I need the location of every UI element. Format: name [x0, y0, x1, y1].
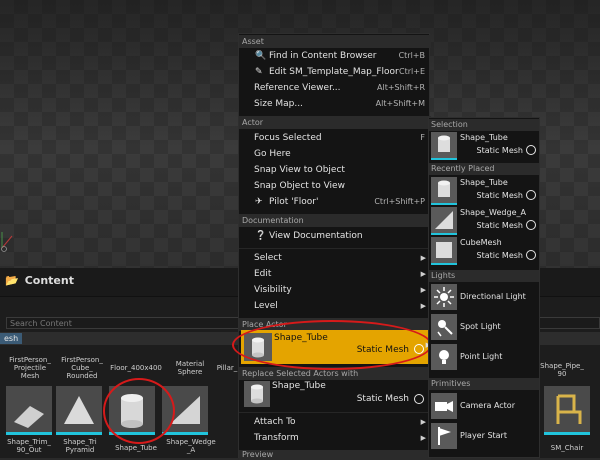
context-menu: Asset 🔍 Find in Content Browser Ctrl+B ✎… — [238, 33, 431, 460]
content-browser-right: Shape_Pipe_ 90 SM_Chair — [540, 268, 600, 458]
cube-thumbnail — [431, 237, 457, 265]
menu-item-snap-view-to-object[interactable]: Snap View to Object — [239, 162, 429, 178]
submenu-section-lights: Lights — [429, 270, 539, 282]
menu-divider — [239, 412, 429, 413]
help-icon: ❔ — [255, 231, 267, 241]
pilot-icon: ✈ — [255, 197, 263, 207]
submenu-item-selection-shape-tube[interactable]: Shape_Tube Static Mesh — [431, 132, 539, 160]
shape-tube-thumbnail — [244, 333, 272, 361]
wedge-thumbnail — [431, 207, 457, 235]
asset-label[interactable]: FirstPerson_ Projectile Mesh — [8, 356, 52, 380]
place-actor-shape-tube[interactable]: Shape_Tube Static Mesh ▶ — [241, 330, 431, 364]
replace-with-shape-tube[interactable]: Shape_Tube Static Mesh — [241, 380, 429, 410]
radio-icon — [414, 344, 424, 354]
menu-section-documentation: Documentation — [239, 214, 431, 227]
submenu-arrow-icon: ▶ — [420, 270, 426, 278]
submenu-item-recent-cubemesh[interactable]: CubeMesh Static Mesh — [431, 237, 539, 265]
pyramid-shape-icon — [64, 396, 94, 424]
menu-item-edit[interactable]: Edit ▶ — [239, 266, 429, 282]
flag-icon — [431, 423, 457, 449]
submenu-arrow-icon: ▶ — [420, 302, 426, 310]
bulb-icon — [431, 344, 457, 370]
asset-tile-label: Shape_Tri Pyramid — [63, 438, 97, 454]
folder-icon: 📂 — [5, 274, 19, 287]
magnifier-icon: 🔍 — [255, 51, 267, 61]
radio-icon — [526, 220, 536, 230]
asset-tile[interactable] — [6, 386, 52, 435]
radio-icon — [526, 250, 536, 260]
submenu-arrow-icon: ▶ — [420, 434, 426, 442]
menu-divider — [239, 248, 429, 249]
asset-tile-label: Shape_Trim_ 90_Out — [7, 438, 51, 454]
asset-tile-sm-chair[interactable] — [544, 386, 590, 435]
edit-icon: ✎ — [255, 67, 263, 77]
submenu-arrow-icon: ▶ — [420, 418, 426, 426]
asset-label[interactable]: Pillar_ — [214, 364, 240, 372]
menu-section-actor: Actor — [239, 116, 431, 129]
menu-section-preview: Preview — [239, 450, 431, 460]
sun-icon — [431, 284, 457, 310]
radio-icon — [414, 394, 424, 404]
submenu-item-spot-light[interactable]: Spot Light — [431, 314, 539, 342]
asset-tile-label: Shape_Wedge _A — [166, 438, 216, 454]
shape-tube-thumbnail — [244, 381, 270, 407]
submenu-item-directional-light[interactable]: Directional Light — [431, 284, 539, 312]
submenu-section-recent: Recently Placed — [429, 163, 539, 175]
tube-shape-icon — [121, 394, 143, 428]
menu-item-level[interactable]: Level ▶ — [239, 298, 429, 314]
asset-tile-label: SM_Chair — [550, 444, 584, 452]
submenu-section-selection: Selection — [429, 119, 539, 131]
submenu-item-camera-actor[interactable]: Camera Actor — [431, 393, 539, 421]
axis-gizmo-icon — [1, 232, 13, 252]
wedge-shape-icon — [170, 396, 200, 424]
radio-icon — [526, 145, 536, 155]
submenu-item-recent-shape-tube[interactable]: Shape_Tube Static Mesh — [431, 177, 539, 205]
menu-item-reference-viewer[interactable]: Reference Viewer... Alt+Shift+R — [239, 80, 429, 96]
submenu-item-player-start[interactable]: Player Start — [431, 423, 539, 451]
menu-item-pilot[interactable]: ✈ Pilot 'Floor' Ctrl+Shift+P — [239, 194, 429, 210]
asset-tile-label: Shape_Tube — [115, 444, 157, 452]
spotlight-icon — [431, 314, 457, 340]
asset-tile-shape-tube[interactable] — [109, 386, 155, 435]
menu-item-select[interactable]: Select ▶ — [239, 250, 429, 266]
menu-section-replace: Replace Selected Actors with — [239, 367, 431, 380]
shape-tube-thumbnail — [431, 177, 457, 205]
menu-item-visibility[interactable]: Visibility ▶ — [239, 282, 429, 298]
menu-item-view-documentation[interactable]: ❔ View Documentation — [239, 228, 429, 244]
menu-item-transform[interactable]: Transform ▶ — [239, 430, 429, 446]
submenu-section-primitives: Primitives — [429, 378, 539, 390]
trim-shape-icon — [14, 406, 44, 428]
chair-icon — [556, 394, 582, 424]
submenu-item-recent-shape-wedge[interactable]: Shape_Wedge_A Static Mesh — [431, 207, 539, 235]
submenu-item-point-light[interactable]: Point Light — [431, 344, 539, 372]
filter-chip-static-mesh[interactable]: esh — [0, 333, 23, 344]
asset-label[interactable]: Material Sphere — [168, 360, 212, 376]
menu-item-find-in-content-browser[interactable]: 🔍 Find in Content Browser Ctrl+B — [239, 48, 429, 64]
submenu-arrow-icon: ▶ — [420, 286, 426, 294]
radio-icon — [526, 190, 536, 200]
menu-item-snap-object-to-view[interactable]: Snap Object to View — [239, 178, 429, 194]
place-actor-submenu: Selection Shape_Tube Static Mesh Recentl… — [428, 117, 540, 458]
menu-item-focus-selected[interactable]: Focus Selected F — [239, 130, 429, 146]
asset-tile[interactable] — [56, 386, 102, 435]
menu-item-attach-to[interactable]: Attach To ▶ — [239, 414, 429, 430]
asset-tile[interactable] — [162, 386, 208, 435]
menu-item-size-map[interactable]: Size Map... Alt+Shift+M — [239, 96, 429, 112]
submenu-arrow-icon: ▶ — [420, 254, 426, 262]
asset-label[interactable]: FirstPerson_ Cube_ Rounded — [58, 356, 106, 380]
menu-item-edit-asset[interactable]: ✎ Edit SM_Template_Map_Floor Ctrl+E — [239, 64, 429, 80]
asset-label[interactable]: Floor_400x400 — [108, 364, 164, 372]
menu-item-go-here[interactable]: Go Here — [239, 146, 429, 162]
asset-label[interactable]: Shape_Pipe_ 90 — [540, 362, 584, 378]
content-browser-title[interactable]: 📂 Content — [5, 274, 74, 287]
menu-section-asset: Asset — [239, 35, 431, 48]
shape-tube-thumbnail — [431, 132, 457, 160]
camera-icon — [431, 393, 457, 419]
